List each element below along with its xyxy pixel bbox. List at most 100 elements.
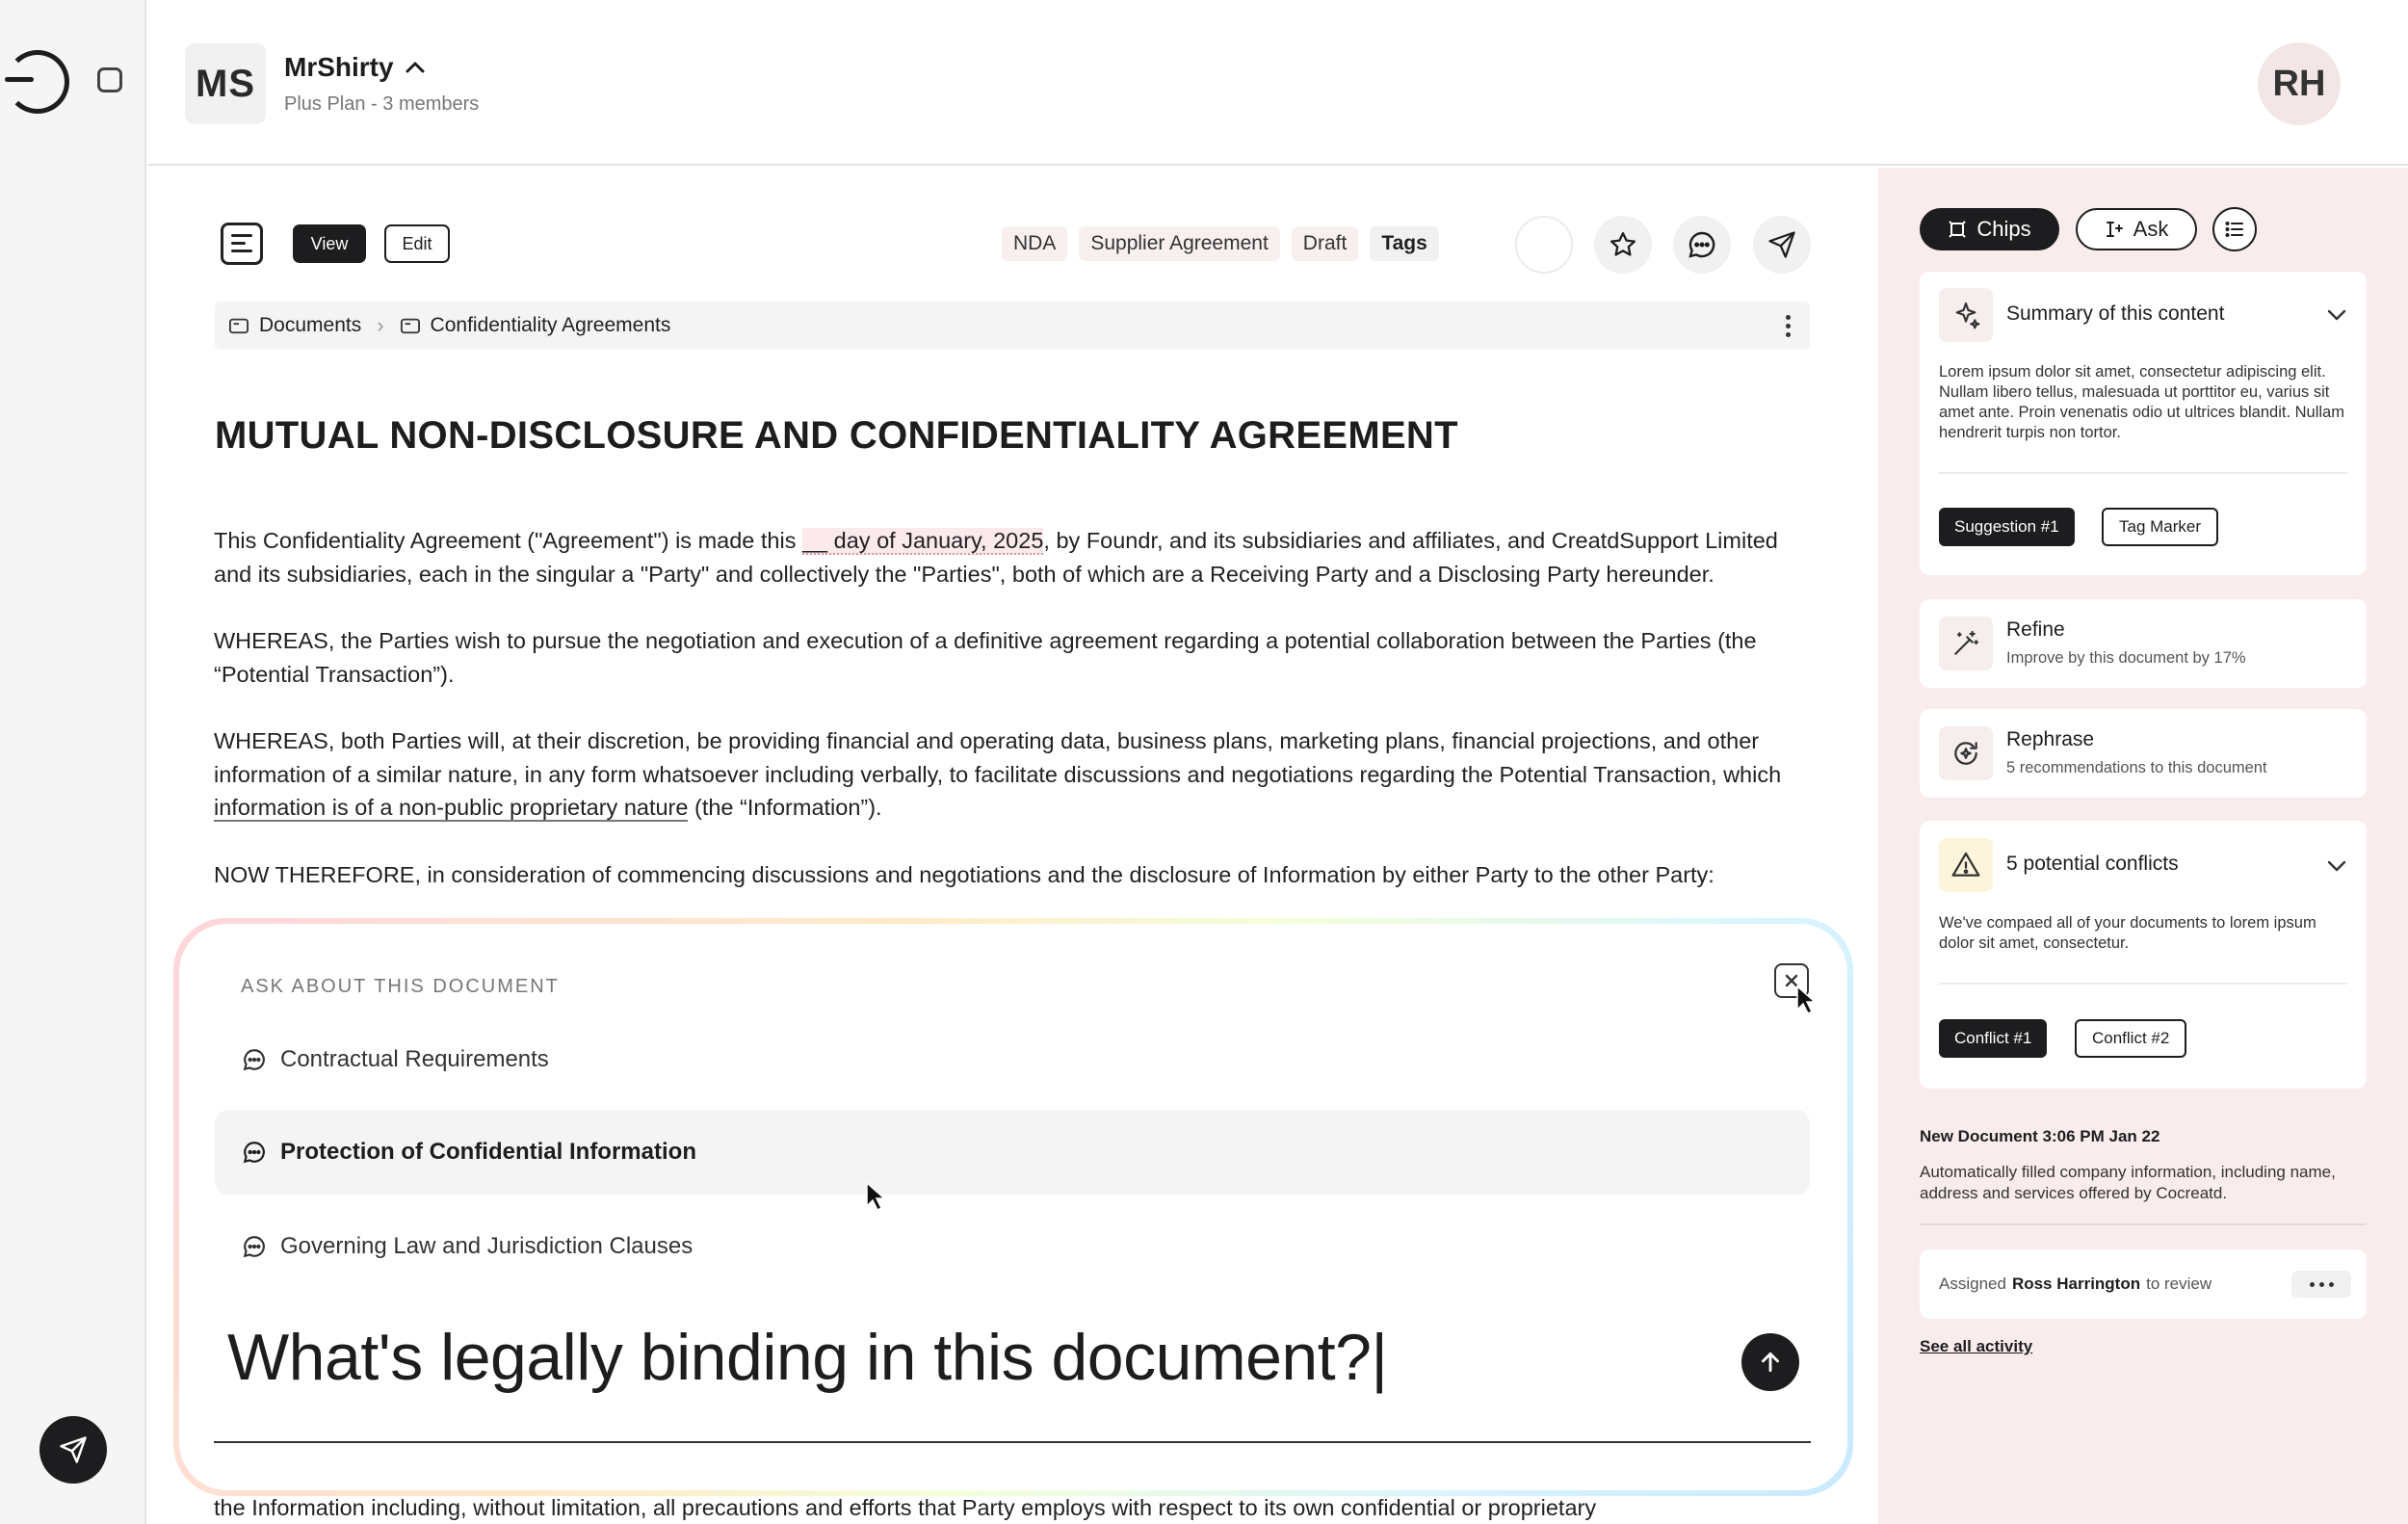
summary-title: Summary of this content <box>2006 302 2225 325</box>
breadcrumb-label: Documents <box>259 314 362 336</box>
share-button[interactable] <box>1753 216 1811 274</box>
tag-draft[interactable]: Draft <box>1291 226 1359 261</box>
conflicts-card: 5 potential conflicts We've compaed all … <box>1920 821 2367 1089</box>
paragraph-2: WHEREAS, the Parties wish to pursue the … <box>214 628 1757 687</box>
arrow-up-icon <box>1762 1352 1779 1373</box>
rephrase-title: Rephrase <box>2006 728 2095 750</box>
view-button[interactable]: View <box>293 224 366 263</box>
more-horizontal-icon[interactable] <box>2291 1271 2351 1298</box>
rephrase-card[interactable]: Rephrase 5 recommendations to this docum… <box>1920 709 2367 798</box>
tag-nda[interactable]: NDA <box>1002 226 1068 261</box>
sparkle-icon <box>1939 288 1993 342</box>
list-view-button[interactable] <box>2212 207 2257 251</box>
chat-bubble-icon <box>243 1142 265 1164</box>
refine-subtitle: Improve by this document by 17% <box>2006 649 2246 667</box>
tab-chips-label: Chips <box>1976 217 2031 241</box>
chevron-up-icon[interactable] <box>404 60 427 75</box>
send-button[interactable] <box>39 1416 107 1484</box>
mouse-pointer-icon <box>1796 985 1817 1015</box>
assign-prefix: Assigned <box>1939 1274 2006 1293</box>
chat-bubble-icon <box>243 1236 265 1258</box>
more-vertical-icon[interactable] <box>1786 315 1791 341</box>
chevron-right-icon: › <box>377 313 384 337</box>
tag-supplier-agreement[interactable]: Supplier Agreement <box>1079 226 1280 261</box>
summary-text: Lorem ipsum dolor sit amet, consectetur … <box>1939 363 2344 441</box>
comments-button[interactable] <box>1673 216 1731 274</box>
submit-question-button[interactable] <box>1741 1333 1799 1391</box>
activity-title: New Document 3:06 PM Jan 22 <box>1920 1127 2160 1145</box>
document-continuation-line: the Information including, without limit… <box>214 1495 1597 1520</box>
tab-ask[interactable]: Ask <box>2076 208 2197 250</box>
document-outline-icon[interactable] <box>221 223 263 265</box>
chevron-down-icon[interactable] <box>2326 859 2347 873</box>
summary-card: Summary of this content Lorem ipsum dolo… <box>1920 272 2367 575</box>
document-body: This Confidentiality Agreement ("Agreeme… <box>214 524 1813 925</box>
folder-icon <box>229 318 249 334</box>
tag-chips: NDA Supplier Agreement Draft Tags <box>1002 226 1439 261</box>
mouse-pointer-icon <box>866 1181 886 1212</box>
refresh-sparkle-icon <box>1939 726 1993 780</box>
ask-suggestion-label: Contractual Requirements <box>280 1046 549 1072</box>
paragraph-1: This Confidentiality Agreement ("Agreeme… <box>214 528 1778 587</box>
chips-icon <box>1949 221 1967 238</box>
ask-suggestion-contractual[interactable]: Contractual Requirements <box>215 1017 1810 1102</box>
ask-input-underline <box>214 1441 1811 1443</box>
top-header: MS MrShirty Plus Plan - 3 members RH <box>148 0 2408 166</box>
chat-bubble-icon <box>243 1049 265 1071</box>
favorite-button[interactable] <box>1594 216 1652 274</box>
list-icon <box>2225 222 2243 237</box>
chip-conflict-2[interactable]: Conflict #2 <box>2075 1019 2187 1058</box>
ask-suggestion-governing-law[interactable]: Governing Law and Jurisdiction Clauses <box>215 1204 1810 1289</box>
refine-title: Refine <box>2006 618 2065 641</box>
ask-suggestion-label: Governing Law and Jurisdiction Clauses <box>280 1233 694 1259</box>
breadcrumb-label: Confidentiality Agreements <box>430 314 671 336</box>
user-avatar[interactable]: RH <box>2258 42 2341 125</box>
divider <box>1939 472 2347 474</box>
workspace-plan: Plus Plan - 3 members <box>284 93 480 115</box>
status-circle-button[interactable] <box>1515 216 1573 274</box>
divider <box>1939 983 2347 985</box>
ask-suggestion-protection[interactable]: Protection of Confidential Information <box>215 1110 1810 1195</box>
app-logo-icon[interactable] <box>5 50 69 114</box>
ask-input[interactable]: What's legally binding in this document?… <box>227 1320 1388 1395</box>
workspace-name[interactable]: MrShirty <box>284 52 394 83</box>
text-cursor-icon <box>2106 222 2123 237</box>
warning-icon <box>1939 838 1993 892</box>
assign-suffix: to review <box>2146 1274 2212 1293</box>
star-icon <box>1610 232 1636 256</box>
chevron-down-icon[interactable] <box>2326 308 2347 322</box>
chip-conflict-1[interactable]: Conflict #1 <box>1939 1019 2048 1058</box>
refine-card[interactable]: Refine Improve by this document by 17% <box>1920 599 2367 688</box>
magic-wand-icon <box>1939 617 1993 670</box>
activity-text: Automatically filled company information… <box>1920 1163 2336 1202</box>
sidebar-toggle-icon[interactable] <box>97 67 122 92</box>
chip-tag-marker[interactable]: Tag Marker <box>2102 508 2219 546</box>
assignee-name[interactable]: Ross Harrington <box>2012 1274 2140 1294</box>
divider <box>1920 1223 2367 1225</box>
edit-button[interactable]: Edit <box>384 224 450 263</box>
document-title: MUTUAL NON-DISCLOSURE AND CONFIDENTIALIT… <box>215 414 1458 457</box>
tab-chips[interactable]: Chips <box>1920 208 2059 250</box>
breadcrumb-confidentiality-agreements[interactable]: Confidentiality Agreements <box>400 314 671 337</box>
underlined-phrase[interactable]: information is of a non-public proprieta… <box>214 795 689 822</box>
folder-icon <box>400 318 420 334</box>
left-rail <box>0 0 146 1524</box>
rephrase-subtitle: 5 recommendations to this document <box>2006 759 2267 776</box>
tab-ask-label: Ask <box>2133 217 2169 241</box>
paper-plane-icon <box>1768 231 1795 258</box>
conflicts-title: 5 potential conflicts <box>2006 853 2179 875</box>
tags-button[interactable]: Tags <box>1370 226 1439 261</box>
paragraph-4: NOW THEREFORE, in consideration of comme… <box>214 861 1714 887</box>
chat-bubble-icon <box>1688 231 1715 258</box>
chip-suggestion-1[interactable]: Suggestion #1 <box>1939 508 2075 546</box>
see-all-activity-link[interactable]: See all activity <box>1920 1337 2032 1356</box>
date-placeholder-highlight[interactable]: __ day of January, 2025 <box>801 528 1044 555</box>
breadcrumb-documents[interactable]: Documents <box>228 314 361 337</box>
activity-assign-card: Assigned Ross Harrington to review <box>1920 1249 2367 1319</box>
workspace-avatar[interactable]: MS <box>185 43 266 124</box>
conflicts-text: We've compaed all of your documents to l… <box>1939 914 2316 952</box>
ask-suggestion-label: Protection of Confidential Information <box>280 1139 696 1165</box>
ask-panel-label: ASK ABOUT THIS DOCUMENT <box>241 976 560 997</box>
paragraph-3: WHEREAS, both Parties will, at their dis… <box>214 728 1782 822</box>
breadcrumb: Documents › Confidentiality Agreements <box>215 302 1810 350</box>
